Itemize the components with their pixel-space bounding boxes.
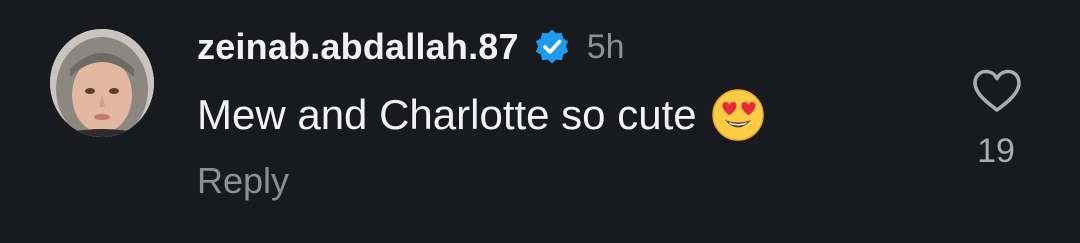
like-button[interactable]: [970, 68, 1024, 114]
comment-header: zeinab.abdallah.87 5h: [197, 24, 625, 70]
like-count: 19: [977, 132, 1015, 170]
reply-button[interactable]: Reply: [197, 160, 289, 202]
username[interactable]: zeinab.abdallah.87: [197, 26, 519, 68]
avatar[interactable]: [50, 29, 154, 137]
timestamp: 5h: [586, 27, 625, 66]
heart-outline-icon: [973, 69, 1021, 112]
avatar-photo: [50, 29, 154, 137]
comment-text: Mew and Charlotte so cute: [197, 91, 697, 138]
comment-item: zeinab.abdallah.87 5h Mew and Charlotte …: [0, 0, 1080, 243]
comment-body: Mew and Charlotte so cute: [197, 88, 765, 142]
verified-badge-icon: [533, 28, 571, 66]
heart-eyes-emoji-icon: [711, 88, 765, 142]
